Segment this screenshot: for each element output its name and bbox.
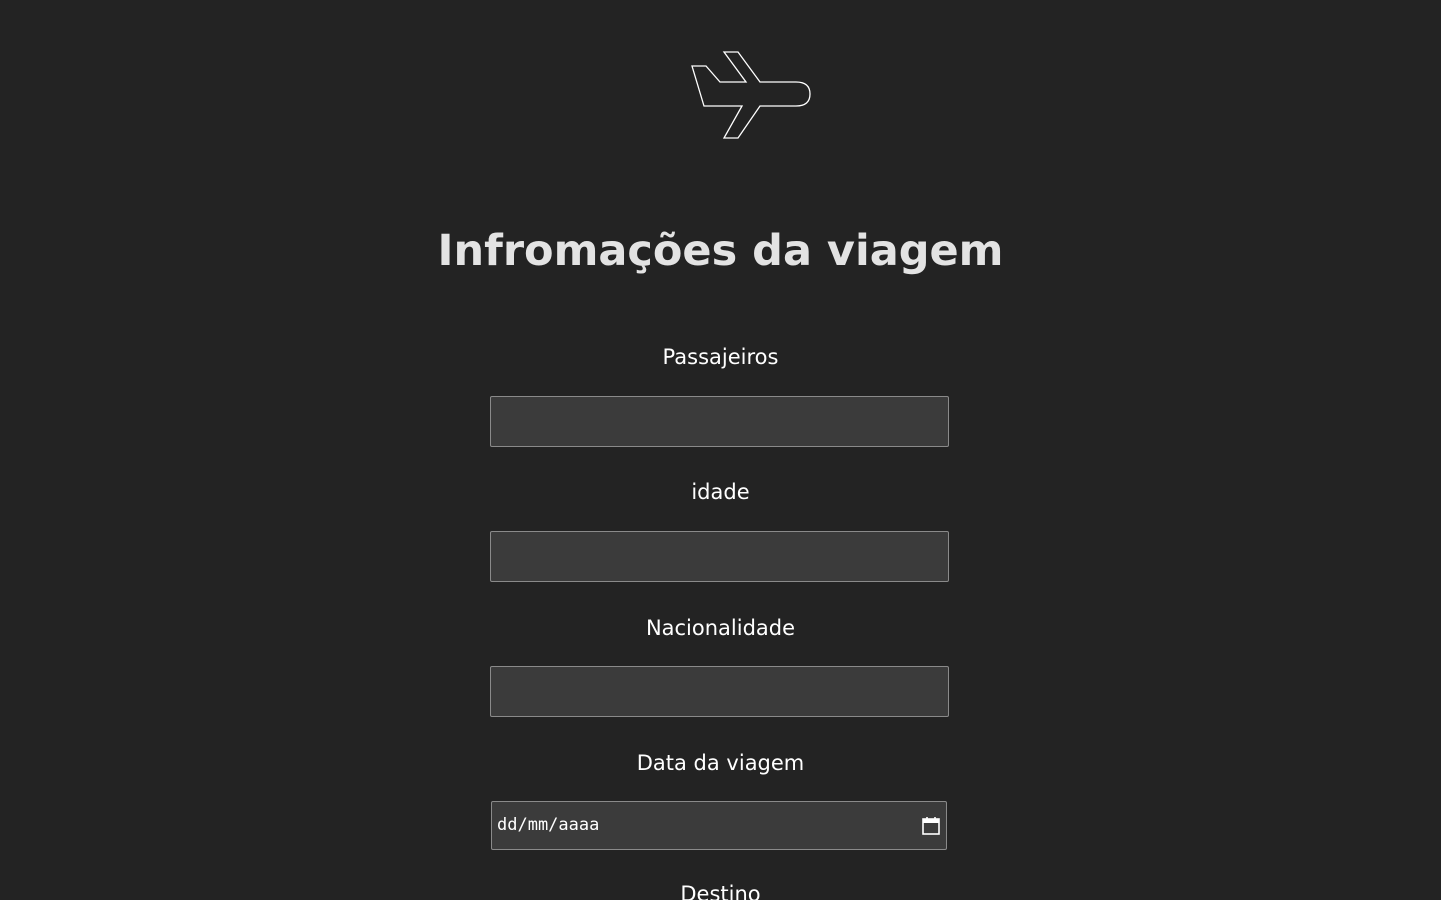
destination-label: Destino [680,882,761,900]
nationality-label: Nacionalidade [645,616,796,640]
calendar-icon[interactable] [920,815,942,837]
passengers-input[interactable] [490,396,949,447]
age-input[interactable] [490,531,949,582]
age-label: idade [691,480,750,504]
travel-date-input[interactable]: dd/mm/aaaa [491,801,947,850]
nationality-input[interactable] [490,666,949,717]
travel-date-placeholder: dd/mm/aaaa [497,815,600,835]
airplane-icon [691,51,811,139]
passengers-label: Passajeiros [662,345,779,369]
page-title: Infromações da viagem [437,226,1004,276]
travel-date-label: Data da viagem [636,751,805,775]
